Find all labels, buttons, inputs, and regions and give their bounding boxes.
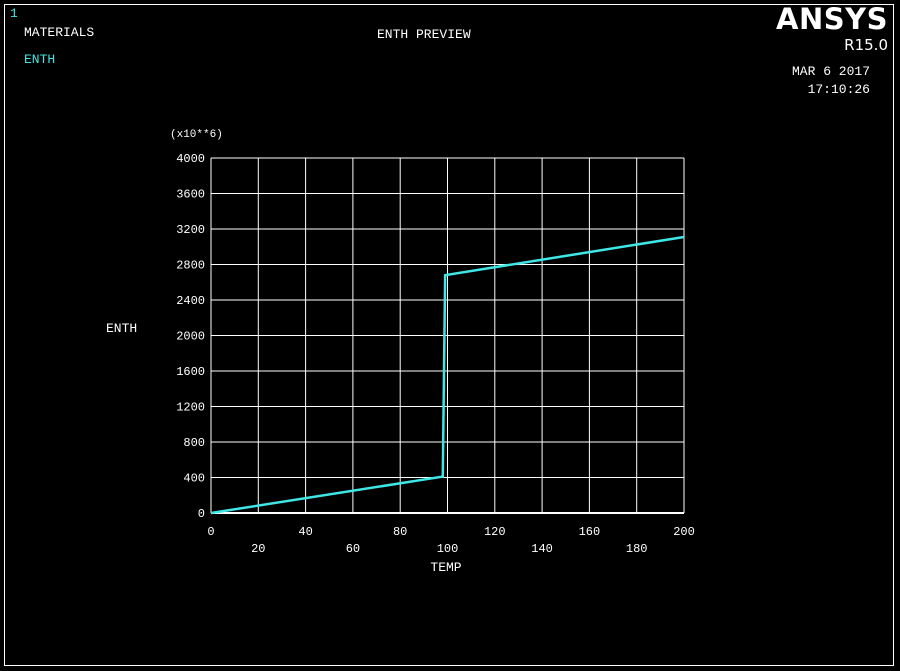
x-tick-label: 200	[673, 525, 695, 539]
x-tick-label: 0	[207, 525, 214, 539]
y-tick-label: 2000	[176, 330, 205, 344]
x-tick-label: 100	[437, 542, 459, 556]
y-axis-label: ENTH	[106, 321, 137, 336]
y-multiplier-label: (x10**6)	[170, 129, 223, 141]
x-tick-label: 80	[393, 525, 407, 539]
y-tick-label: 4000	[176, 152, 205, 166]
x-tick-label: 20	[251, 542, 265, 556]
y-tick-label: 3600	[176, 188, 205, 202]
y-tick-label: 2800	[176, 259, 205, 273]
x-tick-label: 120	[484, 525, 506, 539]
chart-grid	[210, 157, 685, 514]
x-tick-label: 180	[626, 542, 648, 556]
chart-tick-labels: 0204060801001201401601802000400800120016…	[176, 152, 695, 556]
y-tick-label: 0	[198, 507, 205, 521]
y-tick-label: 400	[183, 472, 205, 486]
y-tick-label: 1600	[176, 365, 205, 379]
y-tick-label: 800	[183, 436, 205, 450]
x-tick-label: 40	[298, 525, 312, 539]
enth-chart: 0204060801001201401601802000400800120016…	[106, 129, 695, 575]
y-tick-label: 1200	[176, 401, 205, 415]
x-tick-label: 140	[531, 542, 553, 556]
y-tick-label: 3200	[176, 223, 205, 237]
x-tick-label: 160	[579, 525, 601, 539]
x-tick-label: 60	[346, 542, 360, 556]
x-axis-label: TEMP	[430, 560, 461, 575]
y-tick-label: 2400	[176, 294, 205, 308]
ansys-graphics-window: 1 MATERIALS ENTH ENTH PREVIEW ANSYS R15.…	[0, 0, 900, 671]
